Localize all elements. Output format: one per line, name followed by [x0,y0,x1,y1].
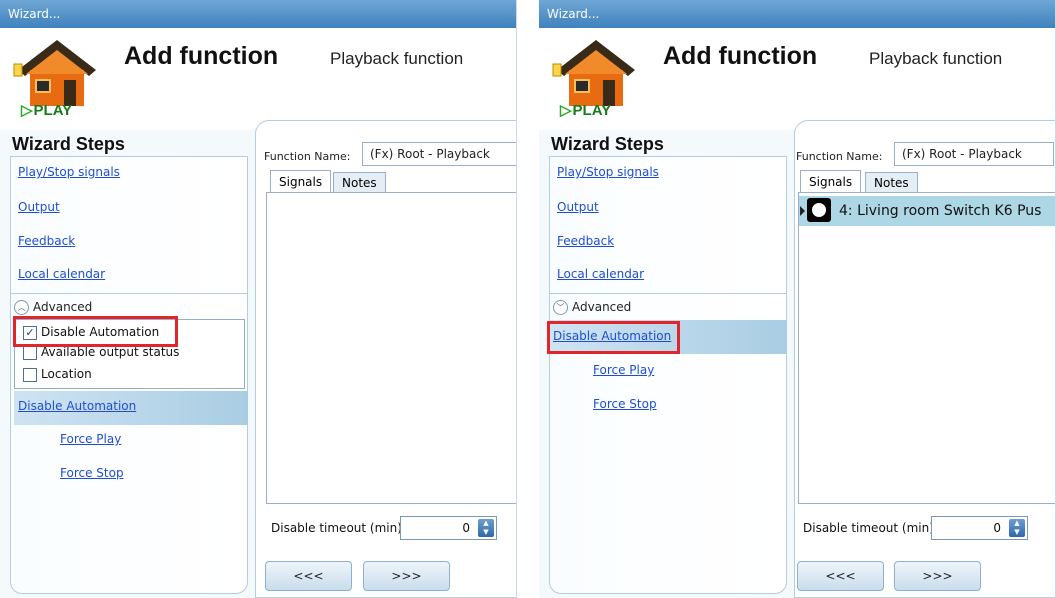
divider [549,293,787,294]
page-subtitle: Playback function [330,49,464,68]
window-title: Wizard... [539,0,1055,28]
highlight-box [547,321,680,354]
wizard-header: ▷PLAY Add function Playback function [539,28,1055,130]
signals-list[interactable] [266,192,516,504]
back-button[interactable]: <<< [797,561,884,591]
step-output[interactable]: Output [18,200,60,214]
function-name-input[interactable]: (Fx) Root - Playback [362,142,516,166]
next-button[interactable]: >>> [894,561,981,591]
signal-row[interactable]: 4: Living room Switch K6 Pus [799,196,1055,226]
spin-arrows-icon[interactable]: ▲ ▼ [478,519,494,537]
window-title: Wizard... [0,0,516,28]
page-title: Add function [663,42,818,70]
tab-signals[interactable]: Signals [800,170,862,192]
chevron-down-icon: ﹀ [553,300,568,315]
wizard-window-right: Wizard... ▷PLAY Add function Playback fu… [539,0,1056,598]
function-name-label: Function Name: [264,150,351,163]
advanced-toggle[interactable]: ﹀ Advanced [553,300,631,315]
function-name-label: Function Name: [796,150,883,163]
wizard-header: ▷PLAY Add function Playback function [0,28,516,130]
signal-label: 4: Living room Switch K6 Pus [839,203,1042,219]
function-name-input[interactable]: (Fx) Root - Playback [894,142,1054,166]
page-subtitle: Playback function [869,49,1003,68]
timeout-spinner[interactable]: 0 ▲ ▼ [400,516,497,540]
timeout-label: Disable timeout (min) [803,521,934,535]
wizard-steps-title: Wizard Steps [12,134,125,154]
expand-arrow-icon[interactable] [800,206,805,216]
step-play-stop-signals[interactable]: Play/Stop signals [18,165,120,179]
step-force-stop[interactable]: Force Stop [593,397,657,411]
checkbox[interactable] [23,345,37,360]
highlight-box [13,316,178,347]
page-title: Add function [124,42,279,70]
wizard-steps-panel [549,156,787,594]
wizard-steps-title: Wizard Steps [551,134,664,154]
signals-list[interactable]: 4: Living room Switch K6 Pus [798,192,1055,504]
push-button-icon [807,198,831,222]
step-local-calendar[interactable]: Local calendar [557,267,644,281]
option-available-output-status[interactable]: Available output status [23,345,179,360]
option-location[interactable]: Location [23,367,92,382]
divider [10,293,248,294]
next-button[interactable]: >>> [363,561,450,591]
wizard-window-left: Wizard... ▷PLAY Add function Playback fu… [0,0,517,598]
step-force-play[interactable]: Force Play [593,363,654,377]
step-play-stop-signals[interactable]: Play/Stop signals [557,165,659,179]
step-force-stop[interactable]: Force Stop [60,466,124,480]
step-output[interactable]: Output [557,200,599,214]
play-logo-label: ▷PLAY [21,102,73,119]
step-feedback[interactable]: Feedback [557,234,614,248]
step-feedback[interactable]: Feedback [18,234,75,248]
timeout-spinner[interactable]: 0 ▲ ▼ [931,516,1028,540]
timeout-label: Disable timeout (min) [271,521,402,535]
chevron-up-icon: ︿ [14,300,29,315]
play-logo-label: ▷PLAY [560,102,612,119]
step-local-calendar[interactable]: Local calendar [18,267,105,281]
tab-signals[interactable]: Signals [270,170,332,192]
spin-arrows-icon[interactable]: ▲ ▼ [1009,519,1025,537]
advanced-toggle[interactable]: ︿ Advanced [14,300,92,315]
step-disable-automation[interactable]: Disable Automation [18,399,136,413]
back-button[interactable]: <<< [265,561,352,591]
step-force-play[interactable]: Force Play [60,432,121,446]
tab-notes[interactable]: Notes [865,172,918,192]
tab-notes[interactable]: Notes [333,172,386,192]
checkbox[interactable] [23,367,37,382]
